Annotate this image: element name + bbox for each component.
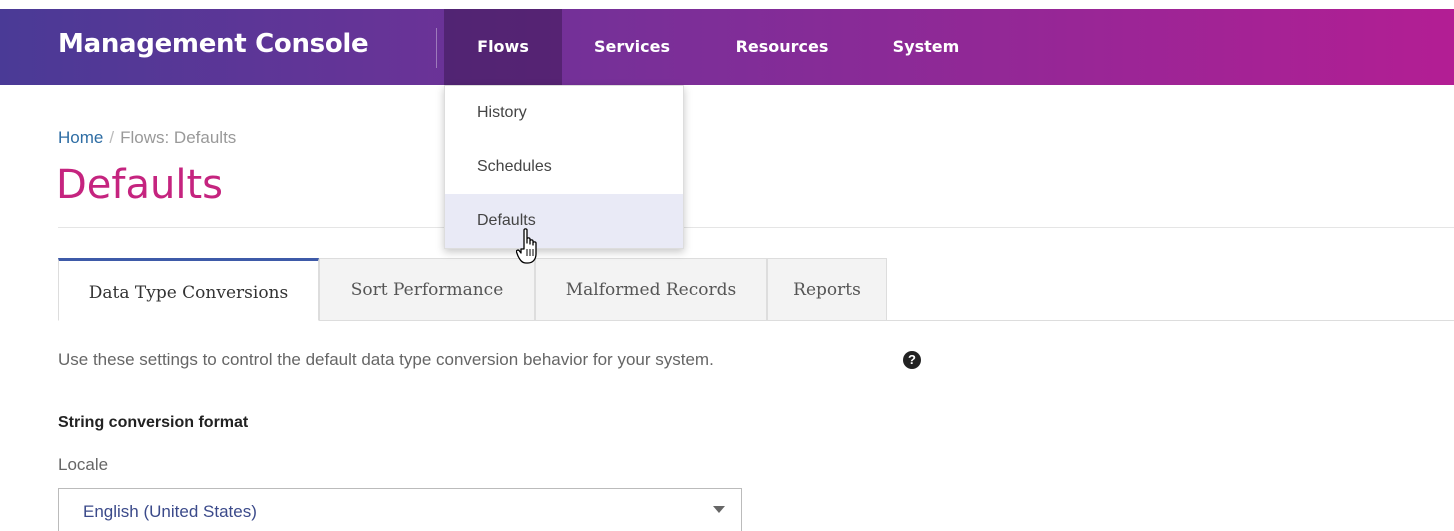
- title-divider: [58, 227, 1454, 228]
- breadcrumb-current: Flows: Defaults: [120, 128, 237, 147]
- section-title: String conversion format: [58, 414, 249, 431]
- menu-item-history[interactable]: History: [445, 86, 683, 140]
- hand-pointer-cursor-icon: [516, 228, 537, 264]
- tab-data-type-conversions[interactable]: Data Type Conversions: [58, 258, 319, 321]
- caret-down-icon: [713, 506, 725, 513]
- nav-services[interactable]: Services: [579, 9, 685, 85]
- breadcrumb-separator: /: [109, 128, 115, 147]
- top-navigation-bar: Management Console Flows Services Resour…: [0, 9, 1454, 85]
- menu-item-defaults[interactable]: Defaults: [445, 194, 683, 248]
- tab-sort-performance[interactable]: Sort Performance: [319, 258, 535, 321]
- breadcrumb: Home / Flows: Defaults: [58, 128, 236, 148]
- question-circle-icon[interactable]: ?: [903, 351, 921, 369]
- nav-system[interactable]: System: [876, 9, 976, 85]
- locale-label: Locale: [58, 455, 109, 474]
- brand-title[interactable]: Management Console: [58, 29, 369, 59]
- settings-tabs: Data Type Conversions Sort Performance M…: [58, 258, 1454, 321]
- nav-flows[interactable]: Flows: [444, 9, 562, 85]
- tab-reports[interactable]: Reports: [767, 258, 887, 321]
- brand-divider: [436, 28, 437, 68]
- tab-description: Use these settings to control the defaul…: [58, 350, 714, 369]
- locale-select[interactable]: English (United States): [58, 488, 742, 531]
- locale-select-value: English (United States): [83, 502, 257, 521]
- page-title: Defaults: [56, 162, 223, 208]
- breadcrumb-home-link[interactable]: Home: [58, 128, 103, 147]
- flows-dropdown-menu: History Schedules Defaults: [444, 85, 684, 249]
- menu-item-schedules[interactable]: Schedules: [445, 140, 683, 194]
- nav-resources[interactable]: Resources: [719, 9, 845, 85]
- tab-malformed-records[interactable]: Malformed Records: [535, 258, 767, 321]
